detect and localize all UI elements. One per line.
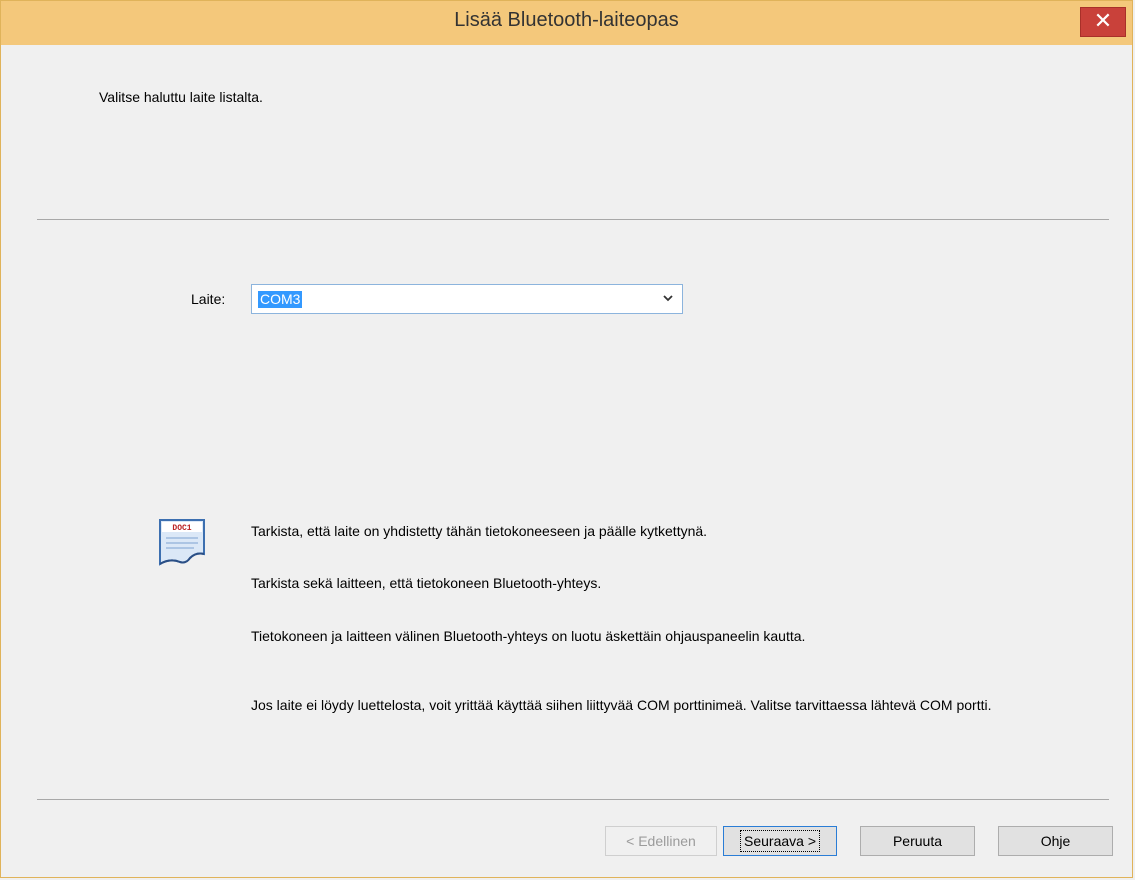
hint-connected: Tarkista, että laite on yhdistetty tähän… bbox=[251, 523, 708, 539]
device-select[interactable]: COM3 bbox=[251, 284, 683, 314]
instruction-text: Valitse haluttu laite listalta. bbox=[99, 89, 263, 105]
hint-control-panel: Tietokoneen ja laitteen välinen Bluetoot… bbox=[251, 628, 806, 644]
hint-com-port: Jos laite ei löydy luettelosta, voit yri… bbox=[251, 697, 992, 713]
help-button[interactable]: Ohje bbox=[998, 826, 1113, 856]
title-bar[interactable]: Lisää Bluetooth-laiteopas ✕ bbox=[1, 1, 1132, 45]
wizard-window: Lisää Bluetooth-laiteopas ✕ Valitse halu… bbox=[0, 0, 1133, 878]
close-icon: ✕ bbox=[1093, 8, 1113, 33]
next-button[interactable]: Seuraava > bbox=[723, 826, 837, 856]
hint-check-bluetooth: Tarkista sekä laitteen, että tietokoneen… bbox=[251, 575, 602, 591]
chevron-down-icon bbox=[663, 295, 673, 302]
top-divider bbox=[37, 219, 1109, 220]
window-title: Lisää Bluetooth-laiteopas bbox=[454, 9, 679, 31]
cancel-button[interactable]: Peruuta bbox=[860, 826, 975, 856]
device-select-value: COM3 bbox=[258, 291, 303, 308]
back-button[interactable]: < Edellinen bbox=[605, 826, 717, 856]
next-button-label: Seuraava > bbox=[740, 830, 820, 852]
close-button[interactable]: ✕ bbox=[1080, 7, 1126, 37]
document-icon: DOC1 bbox=[159, 519, 205, 566]
svg-text:DOC1: DOC1 bbox=[172, 524, 191, 533]
device-label: Laite: bbox=[191, 291, 226, 307]
bottom-divider bbox=[37, 799, 1109, 800]
